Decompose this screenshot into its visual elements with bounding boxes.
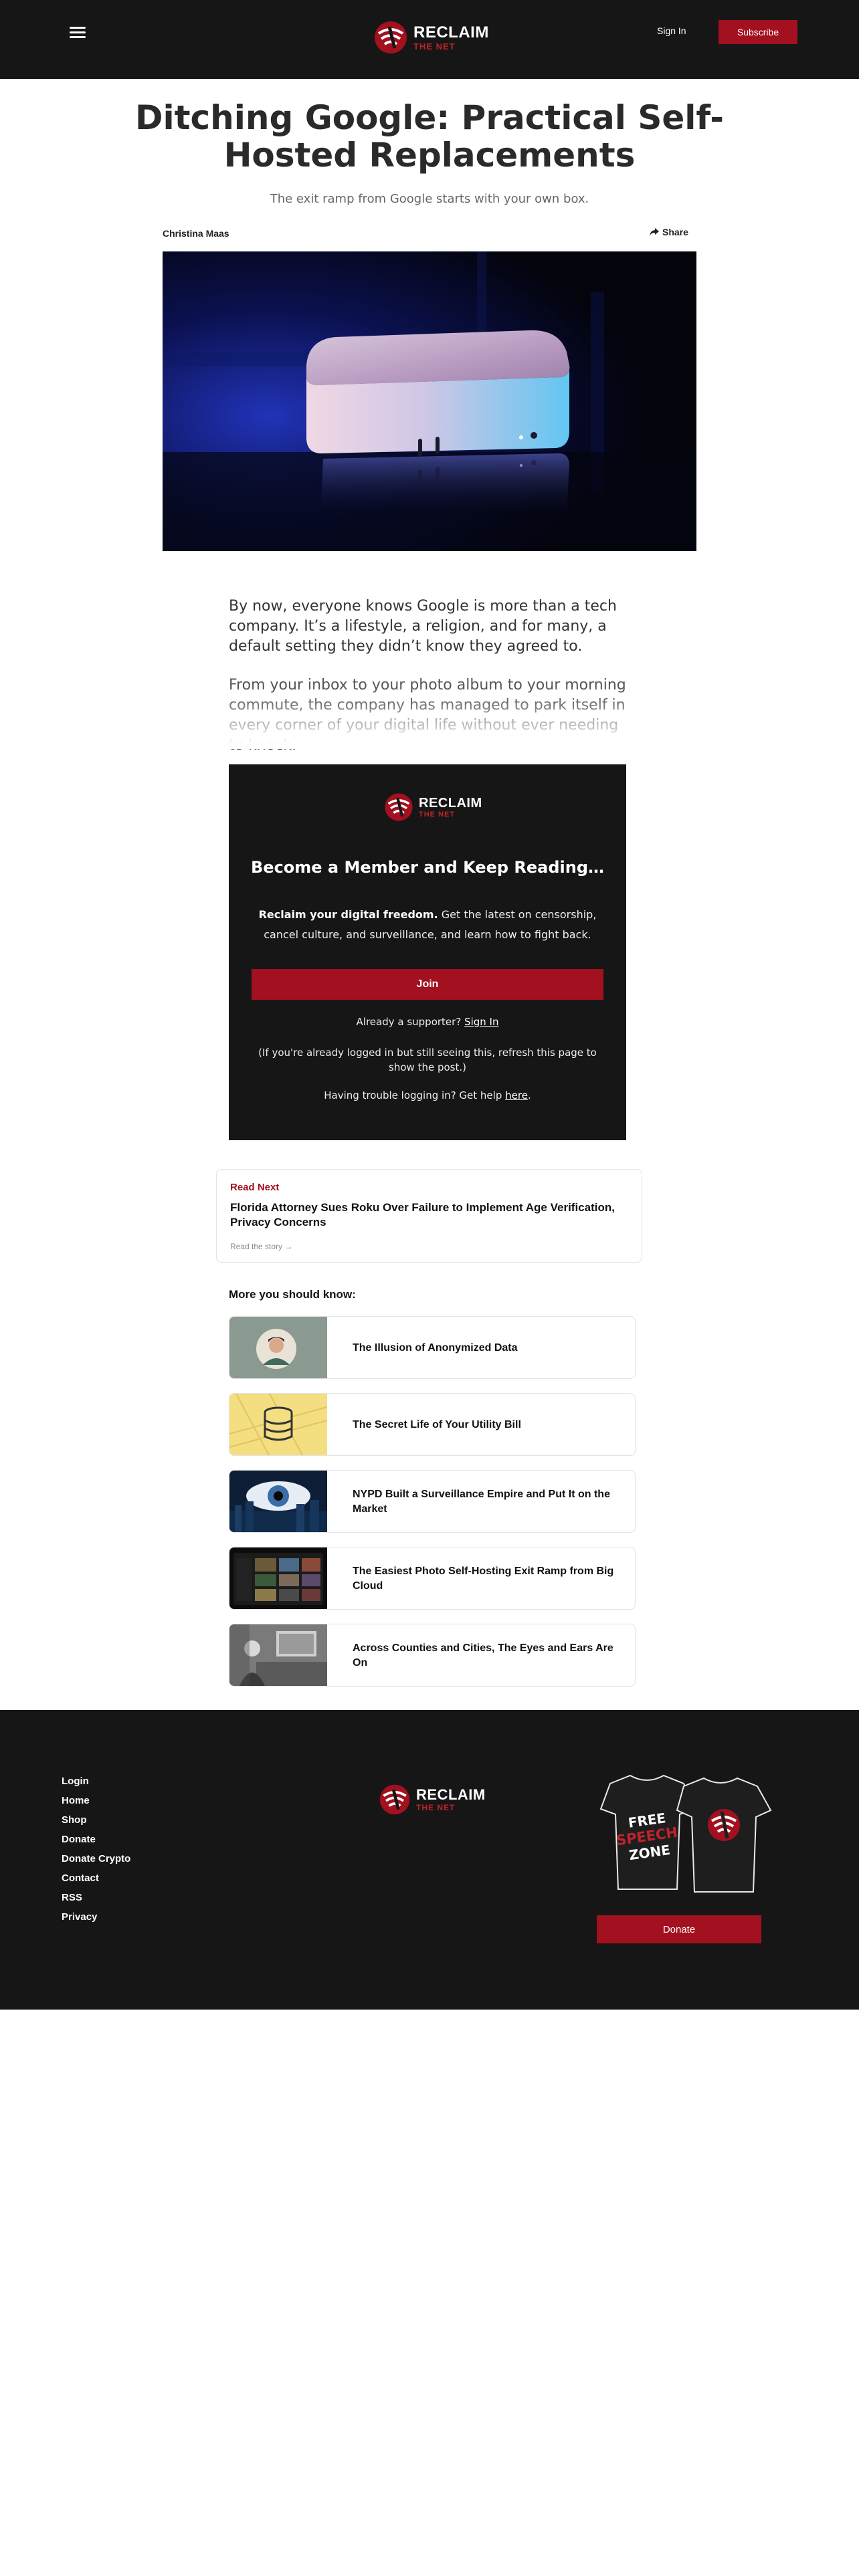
- footer-link-shop[interactable]: Shop: [62, 1810, 130, 1830]
- logo-mark-icon: [375, 21, 407, 53]
- article-thumbnail: [229, 1624, 327, 1686]
- article-thumbnail: [229, 1317, 327, 1378]
- logo-mark-icon: [385, 793, 413, 821]
- supporter-text: Already a supporter?: [356, 1016, 465, 1028]
- paywall-description-bold: Reclaim your digital freedom.: [258, 908, 438, 921]
- related-article-title[interactable]: The Illusion of Anonymized Data: [353, 1317, 620, 1378]
- article-thumbnail: [229, 1547, 327, 1609]
- footer-nav: Login Home Shop Donate Donate Crypto Con…: [62, 1772, 130, 1927]
- t-shirt-promo-image[interactable]: FREE SPEECH ZONE: [583, 1770, 784, 1897]
- logo-text-primary: RECLAIM: [413, 23, 489, 41]
- logo-text-secondary: THE NET: [419, 810, 456, 819]
- article-subtitle: The exit ramp from Google starts with yo…: [270, 192, 589, 206]
- membership-paywall: RECLAIM THE NET Become a Member and Keep…: [229, 764, 626, 1140]
- article-title: Ditching Google: Practical Self-Hosted R…: [134, 98, 725, 175]
- paywall-sign-in-link[interactable]: Sign In: [464, 1016, 498, 1028]
- read-next-label: Read Next: [230, 1182, 280, 1193]
- related-article-card[interactable]: Across Counties and Cities, The Eyes and…: [229, 1624, 636, 1687]
- logo-text-secondary: THE NET: [413, 41, 456, 51]
- menu-icon[interactable]: [70, 24, 86, 40]
- trouble-line: Having trouble logging in? Get help here…: [249, 1088, 606, 1103]
- related-article-title[interactable]: Across Counties and Cities, The Eyes and…: [353, 1624, 620, 1686]
- related-article-title[interactable]: The Secret Life of Your Utility Bill: [353, 1394, 620, 1455]
- footer-link-contact[interactable]: Contact: [62, 1868, 130, 1888]
- share-label: Share: [662, 227, 688, 237]
- footer-link-privacy[interactable]: Privacy: [62, 1907, 130, 1927]
- hero-image: [163, 251, 696, 551]
- read-next-card[interactable]: Read Next Florida Attorney Sues Roku Ove…: [216, 1169, 642, 1263]
- related-article-title[interactable]: The Easiest Photo Self-Hosting Exit Ramp…: [353, 1547, 620, 1609]
- sign-in-link[interactable]: Sign In: [657, 25, 686, 36]
- paywall-description: Reclaim your digital freedom. Get the la…: [256, 905, 599, 945]
- more-heading: More you should know:: [229, 1288, 356, 1301]
- footer-link-login[interactable]: Login: [62, 1772, 130, 1791]
- supporter-line: Already a supporter? Sign In: [249, 1014, 606, 1029]
- author-name[interactable]: Christina Maas: [163, 228, 229, 239]
- related-article-card[interactable]: The Easiest Photo Self-Hosting Exit Ramp…: [229, 1547, 636, 1610]
- footer-link-donate[interactable]: Donate: [62, 1830, 130, 1849]
- share-button[interactable]: Share: [649, 227, 688, 237]
- related-article-card[interactable]: The Illusion of Anonymized Data: [229, 1316, 636, 1379]
- site-logo[interactable]: RECLAIM THE NET: [372, 19, 489, 56]
- related-article-card[interactable]: NYPD Built a Surveillance Empire and Put…: [229, 1470, 636, 1533]
- top-nav-bar: RECLAIM THE NET Sign In Subscribe: [0, 0, 859, 79]
- related-article-card[interactable]: The Secret Life of Your Utility Bill: [229, 1393, 636, 1456]
- logo-text-primary: RECLAIM: [416, 1786, 486, 1803]
- site-footer: Login Home Shop Donate Donate Crypto Con…: [0, 1710, 859, 2010]
- read-next-title[interactable]: Florida Attorney Sues Roku Over Failure …: [230, 1200, 632, 1230]
- logo-text-secondary: THE NET: [416, 1803, 456, 1812]
- share-icon: [650, 228, 659, 236]
- donate-button[interactable]: Donate: [597, 1915, 761, 1943]
- refresh-note: (If you're already logged in but still s…: [258, 1047, 597, 1073]
- logo-text-primary: RECLAIM: [419, 795, 482, 811]
- footer-link-home[interactable]: Home: [62, 1791, 130, 1810]
- text-fade-overlay: [221, 695, 642, 749]
- article-thumbnail: [229, 1471, 327, 1532]
- trouble-end: .: [527, 1089, 531, 1101]
- footer-logo[interactable]: RECLAIM THE NET: [377, 1782, 486, 1817]
- trouble-text: Having trouble logging in? Get help: [324, 1089, 506, 1101]
- subscribe-button[interactable]: Subscribe: [719, 20, 797, 44]
- related-article-title[interactable]: NYPD Built a Surveillance Empire and Put…: [353, 1471, 620, 1532]
- join-button[interactable]: Join: [252, 969, 603, 1000]
- paywall-heading: Become a Member and Keep Reading…: [251, 858, 604, 877]
- read-story-link[interactable]: Read the story →: [230, 1242, 292, 1251]
- article-paragraph: By now, everyone knows Google is more th…: [229, 598, 617, 655]
- footer-link-rss[interactable]: RSS: [62, 1888, 130, 1907]
- footer-link-donate-crypto[interactable]: Donate Crypto: [62, 1849, 130, 1868]
- article-thumbnail: [229, 1394, 327, 1455]
- paywall-logo: RECLAIM THE NET: [383, 791, 482, 823]
- logo-mark-icon: [379, 1784, 410, 1815]
- help-link[interactable]: here: [505, 1089, 528, 1101]
